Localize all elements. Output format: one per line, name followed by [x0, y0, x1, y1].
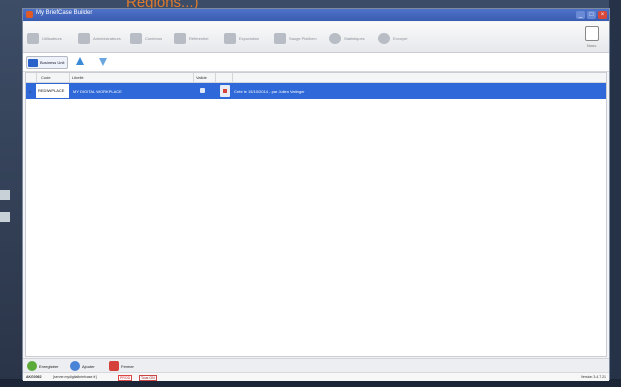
grid-icon — [174, 32, 186, 44]
status-server: [server.mydigitalbriefcase.fr] — [53, 375, 97, 379]
column-divider — [36, 73, 37, 82]
close-label: Fermer — [121, 363, 134, 369]
nav-label: Envoyer — [393, 35, 408, 41]
nav-label: Sauge Platform — [289, 35, 317, 41]
column-header-label[interactable]: Libellé — [72, 75, 84, 80]
nav-label: Contenus — [145, 35, 163, 41]
row-marker: > — [29, 89, 32, 94]
chart-icon — [329, 32, 341, 44]
add-label: Ajouter — [82, 363, 95, 369]
column-divider — [215, 73, 216, 82]
status-user: AKG0062 — [26, 375, 42, 379]
valid-checkbox-icon[interactable] — [200, 88, 205, 93]
new-document-icon — [585, 26, 599, 41]
grid-header: Code Libellé Valide — [26, 73, 606, 83]
nav-item-administrateurs[interactable]: Administrateurs — [78, 31, 121, 45]
status-bar: AKG0062 [server.mydigitalbriefcase.fr] P… — [23, 372, 609, 381]
minimize-button[interactable]: _ — [576, 11, 585, 19]
secondary-toolbar: Business Unit — [23, 53, 609, 72]
nav-label: Référentiel — [189, 35, 209, 41]
business-unit-button[interactable]: Business Unit — [26, 56, 69, 69]
new-button[interactable]: Nouv. — [583, 26, 601, 48]
new-label: Nouv. — [586, 43, 598, 48]
slide-background-left — [0, 0, 22, 387]
nav-item-referentiel[interactable]: Référentiel — [174, 31, 208, 45]
save-label: Enregistrer — [39, 363, 59, 369]
column-divider — [232, 73, 233, 82]
close-icon — [109, 361, 119, 371]
status-badge: Tous ON — [139, 375, 157, 381]
maximize-button[interactable]: □ — [587, 11, 596, 19]
table-row[interactable]: > REDIWPLACE MY DIGITAL WORKPLACE Créé l… — [26, 83, 606, 99]
nav-item-sauge-platform[interactable]: Sauge Platform — [274, 31, 317, 45]
nav-item-exportation[interactable]: Exportation — [224, 31, 259, 45]
column-divider — [69, 73, 70, 82]
share-icon — [78, 32, 90, 44]
partial-window-fragment — [0, 212, 10, 222]
column-divider — [193, 73, 194, 82]
users-icon — [27, 32, 39, 44]
close-button[interactable]: Fermer — [109, 361, 134, 371]
env-badge: PROD — [118, 375, 133, 381]
settings-icon — [274, 32, 286, 44]
column-header-valid[interactable]: Valide — [196, 75, 207, 80]
add-button[interactable]: Ajouter — [70, 361, 95, 371]
slide-background-right — [609, 0, 621, 387]
nav-item-envoyer[interactable]: Envoyer — [378, 31, 408, 45]
nav-label: Administrateurs — [93, 35, 121, 41]
nav-item-contenus[interactable]: Contenus — [130, 31, 162, 45]
building-icon — [28, 58, 38, 67]
document-icon — [130, 32, 142, 44]
nav-label: Utilisateurs — [42, 35, 62, 41]
status-icon — [220, 85, 230, 97]
nav-label: Statistiques — [344, 35, 365, 41]
window-title: My BriefCase Builder — [36, 10, 93, 16]
save-icon — [27, 361, 37, 371]
export-icon — [224, 32, 236, 44]
arrow-down-icon[interactable] — [99, 58, 107, 66]
app-window: My BriefCase Builder _ □ × Utilisateurs … — [22, 8, 610, 381]
row-code-cell[interactable]: REDIWPLACE — [36, 84, 69, 98]
business-unit-label: Business Unit — [40, 60, 65, 65]
version-label: Version 3.4.7.21 — [580, 375, 606, 379]
close-window-button[interactable]: × — [598, 11, 607, 19]
row-detail-cell: Créé le 15/10/2014 - par Julien Vatinger — [234, 89, 305, 94]
partial-window-fragment — [0, 190, 10, 200]
action-bar: Enregistrer Ajouter Fermer — [23, 358, 609, 373]
arrow-up-icon[interactable] — [76, 57, 84, 65]
app-logo-icon — [26, 11, 33, 18]
business-unit-grid: Code Libellé Valide > REDIWPLACE MY DIGI… — [25, 72, 607, 357]
nav-item-statistiques[interactable]: Statistiques — [329, 31, 365, 45]
main-navigation: Utilisateurs Administrateurs Contenus Ré… — [23, 22, 609, 53]
send-icon — [378, 32, 390, 44]
nav-item-utilisateurs[interactable]: Utilisateurs — [27, 31, 62, 45]
column-header-code[interactable]: Code — [41, 75, 51, 80]
title-bar[interactable]: My BriefCase Builder _ □ × — [23, 9, 609, 21]
row-label-cell[interactable]: MY DIGITAL WORKPLACE — [73, 89, 122, 94]
nav-label: Exportation — [239, 35, 260, 41]
add-icon — [70, 361, 80, 371]
save-button[interactable]: Enregistrer — [27, 361, 59, 371]
